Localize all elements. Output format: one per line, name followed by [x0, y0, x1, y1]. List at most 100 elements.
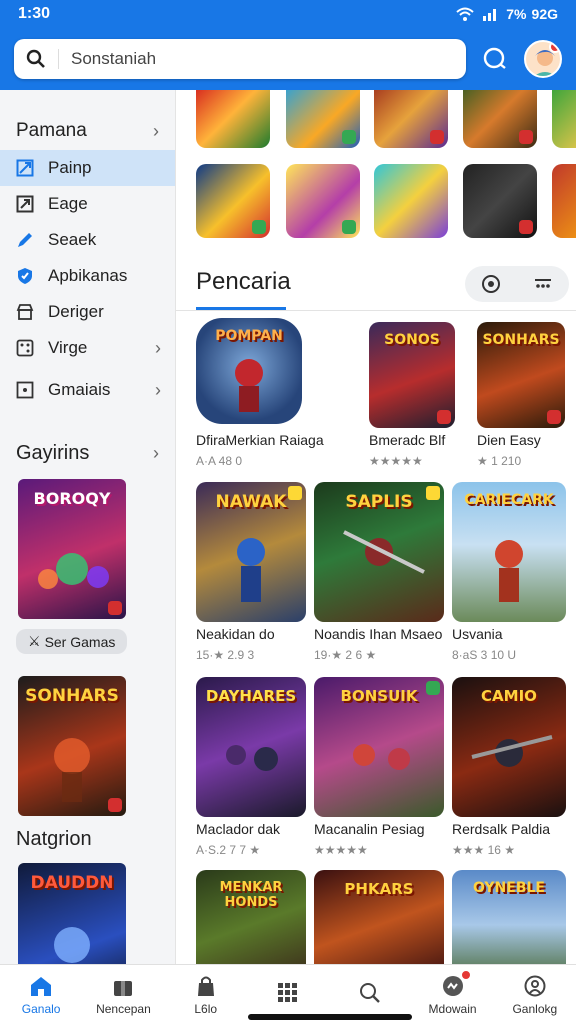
nav-item-nencepan[interactable]: Nencepan	[82, 965, 164, 1024]
app-badge	[430, 130, 444, 144]
chip-row: ⚔ Ser Gamas	[0, 629, 175, 654]
game-tile[interactable]: OYNEBLE	[452, 870, 566, 964]
user-circle-icon	[522, 974, 548, 998]
tile-badge	[288, 486, 302, 500]
sidebar-item-label: Virge	[48, 338, 88, 357]
app-thumbnail[interactable]	[374, 90, 448, 148]
game-card[interactable]: SONHARS	[18, 676, 126, 816]
sidebar-heading[interactable]: Pamana ›	[0, 90, 175, 150]
sidebar-item-seaek[interactable]: Seaek	[0, 222, 175, 258]
game-rating: ★★★★★	[369, 454, 423, 468]
shield-icon	[16, 267, 34, 285]
search-bar[interactable]	[14, 39, 466, 79]
signal-icon	[483, 9, 497, 21]
nav-item-ganalo[interactable]: Ganalo	[0, 965, 82, 1024]
app-thumbnail[interactable]	[286, 90, 360, 148]
main-content: Pencaria POMPAN SONOS SONHARS DfiraMerki…	[176, 90, 576, 964]
tile-art-icon	[343, 530, 425, 574]
game-tile[interactable]: DAYHARES	[196, 677, 306, 817]
game-tile[interactable]: MENKAR HONDS	[196, 870, 306, 964]
game-rating: ★ 1 210	[477, 454, 522, 468]
game-tile[interactable]: PHKARS	[314, 870, 444, 964]
nav-label: Nencepan	[96, 1001, 151, 1016]
sidebar-item-label: Eage	[48, 194, 88, 213]
sidebar-item-deriger[interactable]: Deriger	[0, 294, 175, 330]
sidebar-item-label: Gmaiais	[48, 380, 111, 399]
home-icon	[28, 974, 54, 998]
game-title: Rerdsalk Paldia	[452, 821, 551, 837]
game-rating: A·A 48 0	[196, 454, 243, 468]
sidebar: Pamana › Painp Eage Seaek Apbikanas Deri…	[0, 90, 176, 964]
chip-label: Ser Gamas	[44, 633, 116, 650]
chip-button[interactable]: ⚔ Ser Gamas	[16, 629, 128, 654]
chevron-right-icon: ›	[155, 379, 161, 400]
home-indicator[interactable]	[248, 1014, 412, 1020]
target-icon[interactable]	[480, 273, 502, 295]
game-tile[interactable]: BONSUIK	[314, 677, 444, 817]
app-thumbnail[interactable]	[374, 164, 448, 238]
sidebar-section-gayirins[interactable]: Gayirins ›	[0, 442, 175, 465]
app-thumbnail[interactable]	[463, 90, 537, 148]
app-badge	[519, 220, 533, 234]
avatar[interactable]	[524, 40, 562, 78]
game-tile[interactable]: POMPAN	[196, 318, 302, 424]
assistant-button[interactable]	[476, 40, 514, 78]
card-art-icon	[38, 553, 109, 589]
app-thumbnail[interactable]	[196, 164, 270, 238]
sidebar-heading-label: Pamana	[16, 120, 87, 141]
card-art-icon	[54, 927, 90, 963]
gift-icon	[110, 974, 136, 998]
app-thumbnail[interactable]	[552, 164, 576, 238]
tile-art-title: SONHARS	[482, 332, 560, 348]
game-tile[interactable]: SONHARS	[477, 322, 565, 428]
nav-label: L6lo	[194, 1001, 218, 1016]
sidebar-item-painp[interactable]: Painp	[0, 150, 175, 186]
app-thumbnail[interactable]	[552, 90, 576, 148]
game-rating: A·S.2 7 7 ★	[196, 843, 261, 857]
controller-icon	[440, 968, 472, 998]
sidebar-section-title: Natgrion	[16, 828, 92, 850]
game-rating: 8·аS 3 10 U	[452, 648, 517, 662]
tile-art-title: PHKARS	[344, 880, 414, 898]
sidebar-item-apbikanas[interactable]: Apbikanas	[0, 258, 175, 294]
tile-art-title: MENKAR HONDS	[219, 880, 283, 910]
bag-icon	[193, 974, 219, 998]
app-badge	[342, 130, 356, 144]
app-thumbnail[interactable]	[196, 90, 270, 148]
game-title: Maclador dak	[196, 821, 281, 837]
sidebar-item-gmaiais[interactable]: Gmaiais ›	[0, 372, 175, 408]
sidebar-item-label: Seaek	[48, 230, 97, 249]
sidebar-item-eage[interactable]: Eage	[0, 186, 175, 222]
sidebar-item-virge[interactable]: Virge ›	[0, 330, 175, 366]
tile-art-title: SONOS	[384, 332, 440, 348]
tile-art-icon	[235, 359, 263, 412]
search-input[interactable]	[58, 49, 454, 69]
app-thumbnail[interactable]	[286, 164, 360, 238]
expand-box-icon	[16, 195, 34, 213]
game-tile[interactable]: CARIECARK	[452, 482, 566, 622]
more-options-icon[interactable]	[532, 273, 554, 295]
divider	[176, 310, 576, 311]
search-icon	[26, 49, 45, 68]
nav-item-mdowain[interactable]: Mdowain	[411, 965, 493, 1024]
sidebar-section-title: Gayirins	[16, 442, 90, 464]
game-tile[interactable]: SAPLIS	[314, 482, 444, 622]
status-time: 1:30	[18, 5, 51, 22]
featured-game-card[interactable]: BOROQY	[18, 479, 126, 619]
sidebar-section-natgrion[interactable]: Natgrion	[0, 828, 175, 851]
sidebar-item-label: Apbikanas	[48, 266, 128, 285]
game-tile[interactable]: CAMIO	[452, 677, 566, 817]
nav-item-l6lo[interactable]: L6lo	[165, 965, 247, 1024]
game-title: Noandis Ihan Msaeo	[314, 626, 443, 642]
apps-grid-icon	[275, 981, 301, 1005]
game-rating: ★★★ 16 ★	[452, 843, 516, 857]
game-tile[interactable]: NAWAK	[196, 482, 306, 622]
app-badge	[342, 220, 356, 234]
app-thumbnail[interactable]	[463, 164, 537, 238]
game-tile[interactable]: SONOS	[369, 322, 455, 428]
game-title: Bmeradc Blf	[369, 432, 446, 448]
nav-item-ganlokg[interactable]: Ganlokg	[494, 965, 576, 1024]
nav-label: Ganalo	[21, 1001, 61, 1016]
game-card[interactable]: DAUDDN	[18, 863, 126, 964]
grid-square-icon	[16, 159, 34, 177]
